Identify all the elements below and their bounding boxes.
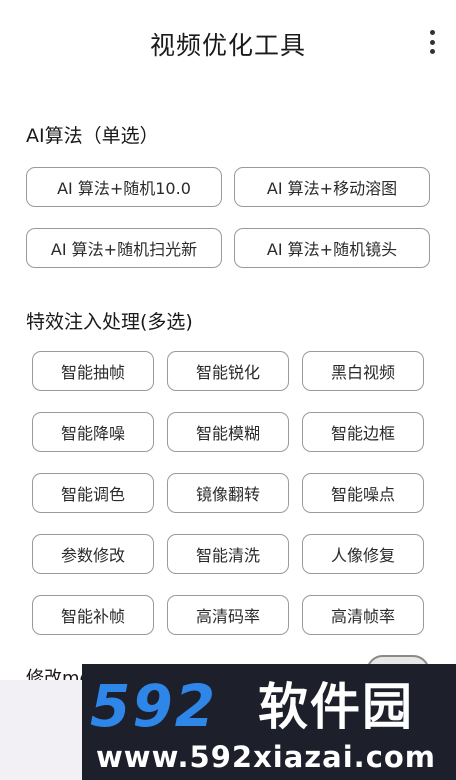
more-vertical-icon[interactable] [426,30,438,54]
app-bar: 视频优化工具 [0,0,456,84]
effect-option-hd-bitrate[interactable]: 高清码率 [167,595,289,635]
effect-option-mirror-flip[interactable]: 镜像翻转 [167,473,289,513]
effect-option-portrait-repair[interactable]: 人像修复 [302,534,424,574]
algorithm-option-3[interactable]: AI 算法+随机扫光新 [26,228,222,268]
page-title: 视频优化工具 [149,31,306,60]
effect-option-smart-noise[interactable]: 智能噪点 [302,473,424,513]
effect-option-smart-frame-extract[interactable]: 智能抽帧 [32,351,154,391]
watermark-url: www.592xiazai.com [96,740,437,774]
effect-option-smart-color-grade[interactable]: 智能调色 [32,473,154,513]
effect-option-smart-sharpen[interactable]: 智能锐化 [167,351,289,391]
effect-option-smart-denoise[interactable]: 智能降噪 [32,412,154,452]
algorithm-option-1[interactable]: AI 算法+随机10.0 [26,167,222,207]
effect-option-smart-blur[interactable]: 智能模糊 [167,412,289,452]
algorithm-option-4[interactable]: AI 算法+随机镜头 [234,228,430,268]
effect-option-hd-framerate[interactable]: 高清帧率 [302,595,424,635]
watermark-logo: 592 [90,672,218,740]
bottom-panel [0,680,82,780]
effects-section-title: 特效注入处理(多选) [26,311,193,333]
effect-option-smart-clean[interactable]: 智能清洗 [167,534,289,574]
watermark-banner: 592 软件园 www.592xiazai.com [82,664,456,780]
effect-option-smart-frame-fill[interactable]: 智能补帧 [32,595,154,635]
effect-option-black-white[interactable]: 黑白视频 [302,351,424,391]
watermark-brand: 软件园 [258,678,414,736]
effect-option-smart-border[interactable]: 智能边框 [302,412,424,452]
algorithm-section-title: AI算法（单选） [26,125,159,147]
effect-option-param-modify[interactable]: 参数修改 [32,534,154,574]
algorithm-option-2[interactable]: AI 算法+移动溶图 [234,167,430,207]
